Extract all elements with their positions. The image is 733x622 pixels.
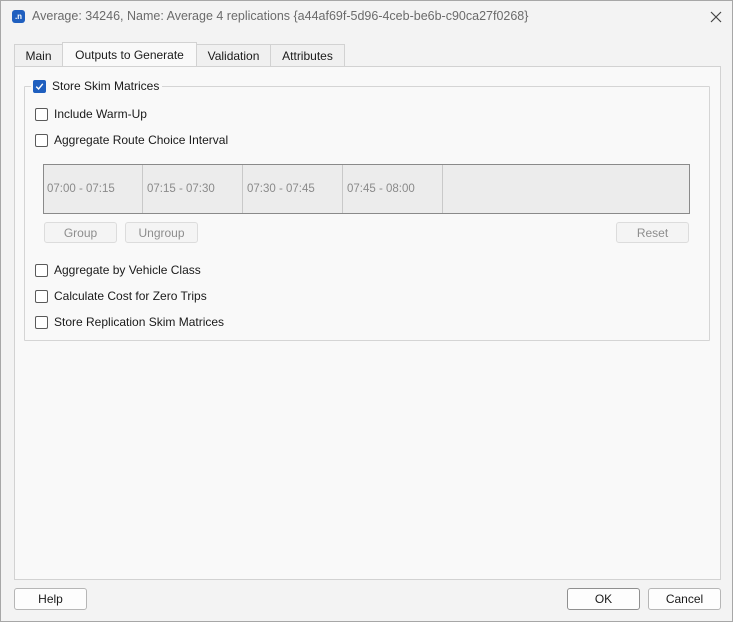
window-title: Average: 34246, Name: Average 4 replicat… — [32, 9, 529, 23]
tab-main[interactable]: Main — [14, 44, 63, 66]
aggregate-vehicle-class-row[interactable]: Aggregate by Vehicle Class — [35, 262, 201, 278]
interval-cell[interactable]: 07:15 - 07:30 — [144, 165, 243, 213]
help-button[interactable]: Help — [14, 588, 87, 610]
store-replication-skim-row[interactable]: Store Replication Skim Matrices — [35, 314, 224, 330]
store-skim-matrices-checkbox[interactable] — [33, 79, 46, 93]
tab-attributes[interactable]: Attributes — [270, 44, 345, 66]
cost-zero-trips-label: Calculate Cost for Zero Trips — [54, 289, 207, 303]
include-warm-up-label: Include Warm-Up — [54, 107, 147, 121]
aggregate-route-choice-row[interactable]: Aggregate Route Choice Interval — [35, 132, 228, 148]
aggregate-route-choice-label: Aggregate Route Choice Interval — [54, 133, 229, 147]
dialog-window: .n Average: 34246, Name: Average 4 repli… — [0, 0, 733, 622]
aggregate-vehicle-class-label: Aggregate by Vehicle Class — [54, 263, 201, 277]
interval-cell[interactable]: 07:00 - 07:15 — [44, 165, 143, 213]
cost-zero-trips-row[interactable]: Calculate Cost for Zero Trips — [35, 288, 207, 304]
store-skim-matrices-label: Store Skim Matrices — [52, 79, 160, 93]
close-button[interactable] — [703, 6, 729, 28]
store-replication-skim-checkbox[interactable] — [35, 315, 48, 329]
store-replication-skim-label: Store Replication Skim Matrices — [54, 315, 225, 329]
tab-outputs-to-generate[interactable]: Outputs to Generate — [62, 42, 197, 66]
aggregate-route-choice-checkbox[interactable] — [35, 133, 48, 147]
tab-validation[interactable]: Validation — [196, 44, 271, 66]
close-icon — [710, 11, 722, 23]
include-warm-up-checkbox[interactable] — [35, 107, 48, 121]
include-warm-up-row[interactable]: Include Warm-Up — [35, 106, 147, 122]
group-button[interactable]: Group — [44, 222, 117, 243]
ok-button[interactable]: OK — [567, 588, 640, 610]
ungroup-button[interactable]: Ungroup — [125, 222, 198, 243]
cost-zero-trips-checkbox[interactable] — [35, 289, 48, 303]
reset-button[interactable]: Reset — [616, 222, 689, 243]
outputs-panel: Store Skim Matrices Include Warm-Up Aggr… — [14, 66, 721, 580]
interval-table[interactable]: 07:00 - 07:15 07:15 - 07:30 07:30 - 07:4… — [43, 164, 690, 214]
interval-cell[interactable]: 07:30 - 07:45 — [244, 165, 343, 213]
aggregate-vehicle-class-checkbox[interactable] — [35, 263, 48, 277]
title-bar[interactable]: .n Average: 34246, Name: Average 4 repli… — [1, 1, 732, 32]
cancel-button[interactable]: Cancel — [648, 588, 721, 610]
store-skim-matrices-row[interactable]: Store Skim Matrices — [31, 78, 163, 94]
app-icon: .n — [12, 10, 25, 23]
interval-cell[interactable]: 07:45 - 08:00 — [344, 165, 443, 213]
checkmark-icon — [35, 82, 44, 90]
